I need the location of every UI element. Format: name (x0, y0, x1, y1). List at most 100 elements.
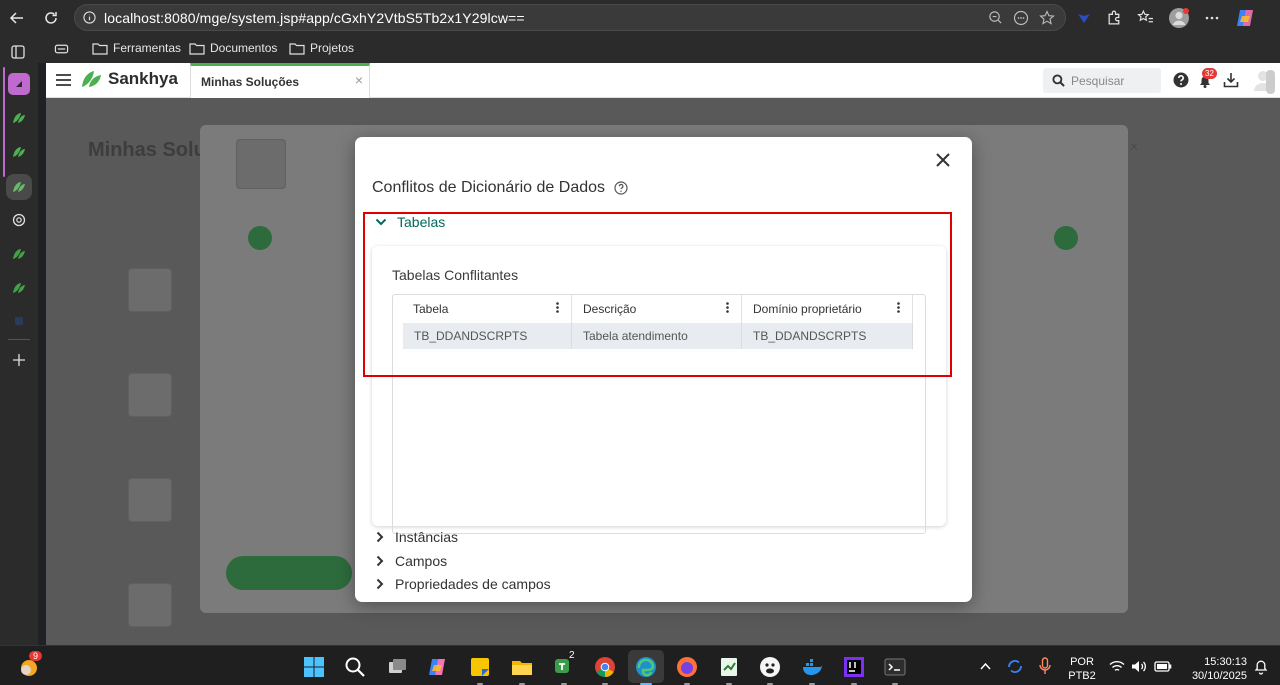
notification-badge: 32 (1202, 68, 1217, 79)
hamburger-menu-icon[interactable] (55, 73, 72, 87)
bookmark-label: Documentos (210, 41, 278, 55)
section-label: Instâncias (395, 529, 459, 545)
search-placeholder: Pesquisar (1071, 73, 1125, 88)
intellij-icon[interactable] (843, 656, 865, 678)
search-icon[interactable] (344, 656, 366, 678)
bookmark-label: Projetos (310, 41, 355, 55)
info-icon (83, 11, 96, 24)
read-aloud-icon[interactable] (1013, 10, 1029, 26)
extensions-puzzle-icon[interactable] (1106, 9, 1123, 26)
tab-group-indicator (3, 67, 5, 177)
bg-step-start (248, 226, 272, 250)
copilot-icon[interactable] (427, 656, 449, 678)
edge-sidebar (0, 45, 38, 645)
input-language[interactable]: POR PTB2 (1063, 655, 1101, 683)
clock[interactable]: 15:30:13 30/10/2025 (1181, 655, 1247, 683)
folder-icon (92, 42, 108, 55)
bookmark-documentos[interactable]: Documentos (189, 41, 277, 55)
search-icon (1052, 74, 1065, 87)
new-tab-button[interactable] (8, 349, 30, 371)
bg-page-title: Minhas Solu (88, 139, 206, 161)
browser-toolbar: localhost:8080/mge/system.jsp#app/cGxhY2… (0, 0, 1280, 36)
section-label: Campos (395, 553, 448, 569)
weather-badge: 9 (29, 651, 43, 661)
modal-title: Conflitos de Dicionário de Dados (372, 179, 628, 197)
bg-item-thumb (128, 583, 172, 627)
windows-start-icon[interactable] (303, 656, 325, 678)
weather-widget[interactable]: 9 (17, 651, 43, 680)
help-circle-icon[interactable] (614, 181, 628, 195)
tabs-panel-icon (11, 45, 25, 59)
bookmark-label: Ferramentas (113, 41, 182, 55)
reload-button[interactable] (37, 4, 65, 32)
tab-actions-icon[interactable] (54, 42, 69, 56)
app-scrollbar[interactable] (1266, 70, 1275, 94)
search-input[interactable]: Pesquisar (1043, 68, 1161, 93)
bg-item-thumb (128, 478, 172, 522)
sidebar-tab-sankhya-1[interactable] (8, 107, 30, 129)
section-campos[interactable]: Campos (375, 553, 447, 569)
bookmark-ferramentas[interactable]: Ferramentas (92, 41, 181, 55)
file-explorer-icon[interactable] (511, 656, 533, 678)
sidebar-tab-sankhya-2[interactable] (8, 141, 30, 163)
bookmark-projetos[interactable]: Projetos (289, 41, 354, 55)
battery-icon[interactable] (1154, 660, 1172, 672)
chevron-up-icon[interactable] (980, 662, 991, 670)
highlight-annotation-box (363, 212, 952, 377)
plus-icon (13, 354, 25, 366)
copilot-icon[interactable] (1234, 7, 1256, 29)
back-button[interactable] (3, 4, 31, 32)
favorites-list-icon[interactable] (1137, 9, 1154, 26)
bg-solution-image (236, 139, 286, 189)
sidebar-tab-sankhya-3[interactable] (8, 243, 30, 265)
zoom-icon[interactable] (988, 10, 1003, 25)
section-propriedades[interactable]: Propriedades de campos (375, 576, 551, 592)
tab-close-button[interactable]: × (355, 72, 363, 88)
task-view-icon[interactable] (386, 656, 408, 678)
address-bar[interactable]: localhost:8080/mge/system.jsp#app/cGxhY2… (74, 4, 1066, 31)
chevron-right-icon (376, 531, 384, 543)
sidebar-tab-sankhya-4[interactable] (8, 277, 30, 299)
download-icon[interactable] (1223, 72, 1239, 88)
bg-item-thumb (128, 268, 172, 312)
section-instancias[interactable]: Instâncias (375, 529, 458, 545)
terminal-icon[interactable] (884, 656, 906, 678)
teams-app[interactable]: 2 (553, 650, 575, 678)
chevron-right-icon (376, 578, 384, 590)
sankhya-logo[interactable]: Sankhya (80, 69, 178, 89)
notification-center-icon[interactable] (1254, 659, 1268, 675)
extension-shield-icon[interactable] (1076, 10, 1092, 26)
microphone-icon[interactable] (1039, 657, 1051, 675)
wifi-icon[interactable] (1109, 660, 1125, 673)
edge-browser-icon[interactable] (635, 656, 657, 678)
sidebar-tab-purple[interactable] (8, 73, 30, 95)
tab-minhas-solucoes[interactable]: Minhas Soluções × (190, 63, 370, 98)
profile-avatar-icon[interactable] (1168, 7, 1190, 29)
cow-app-icon[interactable] (759, 656, 781, 678)
sticky-notes-icon[interactable] (469, 656, 491, 678)
close-icon[interactable] (935, 152, 951, 168)
more-menu-icon[interactable] (1204, 10, 1220, 26)
sankhya-leaf-icon (13, 182, 25, 192)
vertical-tabs-button[interactable] (11, 45, 25, 59)
sidebar-tab-sankhya-active[interactable] (6, 174, 32, 200)
firefox-icon[interactable] (676, 656, 698, 678)
docker-icon[interactable] (801, 656, 823, 678)
sidebar-tab-blank[interactable] (8, 310, 30, 332)
sankhya-leaf-icon (13, 249, 25, 259)
clock-time: 15:30:13 (1204, 656, 1247, 668)
app-header: Sankhya Minhas Soluções × Pesquisar 32 (46, 63, 1280, 98)
volume-icon[interactable] (1131, 660, 1147, 673)
bg-close-icon: × (1130, 138, 1139, 154)
chrome-icon[interactable] (594, 656, 616, 678)
sync-icon[interactable] (1006, 658, 1024, 675)
sankhya-leaf-icon (13, 113, 25, 123)
sidebar-tab-chatgpt[interactable] (8, 209, 30, 231)
sankhya-leaf-icon (13, 283, 25, 293)
help-icon[interactable] (1173, 72, 1189, 88)
folder-icon (189, 42, 205, 55)
sankhya-leaf-icon (13, 147, 25, 157)
favorite-star-icon[interactable] (1039, 9, 1055, 26)
section-label: Propriedades de campos (395, 576, 551, 592)
notepad-plus-icon[interactable] (718, 656, 740, 678)
